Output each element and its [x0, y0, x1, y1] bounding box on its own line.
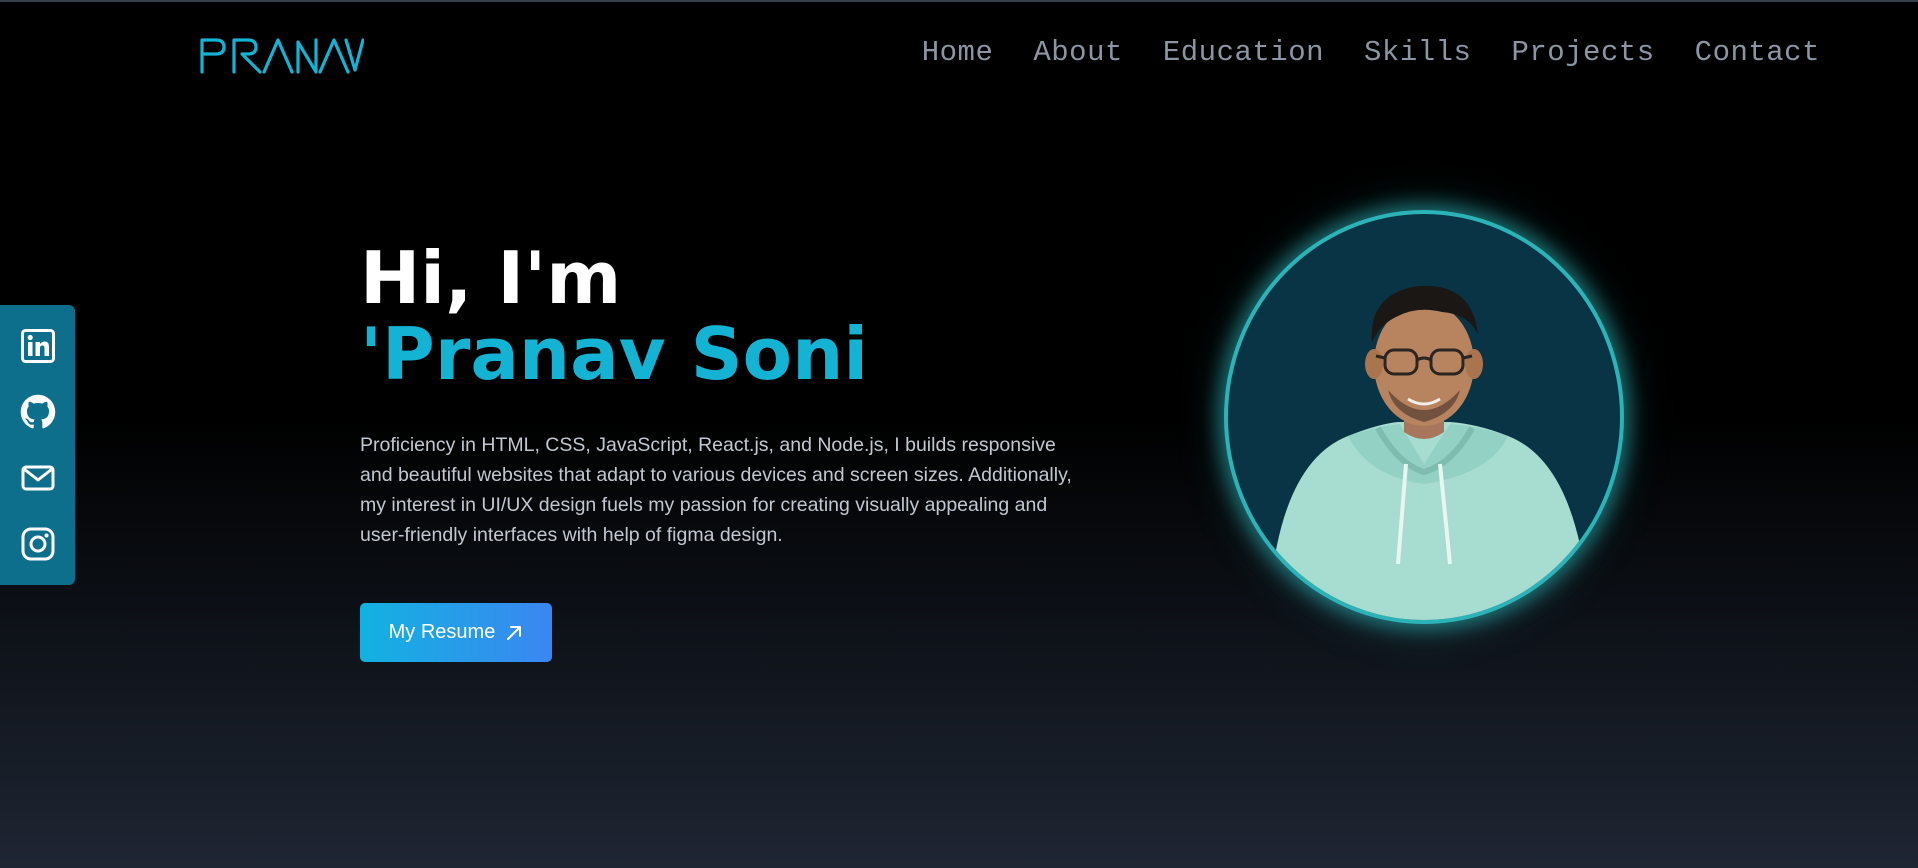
hero-section: Hi, I'm 'Pranav Soni Proficiency in HTML… [360, 240, 1100, 570]
hero-description: Proficiency in HTML, CSS, JavaScript, Re… [360, 434, 1072, 546]
nav-education[interactable]: Education [1163, 36, 1324, 69]
person-illustration [1268, 285, 1590, 620]
mail-icon[interactable] [20, 460, 56, 496]
site-logo[interactable] [198, 34, 365, 76]
arrow-up-right-icon [507, 625, 522, 640]
instagram-icon[interactable] [20, 526, 56, 562]
social-sidebar [0, 305, 75, 585]
main-nav: Home About Education Skills Projects Con… [922, 36, 1820, 69]
hero-name: 'Pranav Soni [360, 312, 869, 396]
nav-about[interactable]: About [1033, 36, 1123, 69]
hero-greeting: Hi, I'm [360, 236, 622, 320]
my-resume-button[interactable]: My Resume [360, 603, 552, 662]
linkedin-icon[interactable] [20, 328, 56, 364]
resume-button-label: My Resume [388, 621, 496, 643]
github-icon[interactable] [20, 394, 56, 430]
nav-skills[interactable]: Skills [1364, 36, 1471, 69]
nav-contact[interactable]: Contact [1695, 36, 1820, 69]
top-divider [0, 0, 1918, 2]
nav-projects[interactable]: Projects [1511, 36, 1654, 69]
profile-photo [1224, 210, 1624, 624]
nav-home[interactable]: Home [922, 36, 994, 69]
logo-wordmark [200, 38, 365, 74]
